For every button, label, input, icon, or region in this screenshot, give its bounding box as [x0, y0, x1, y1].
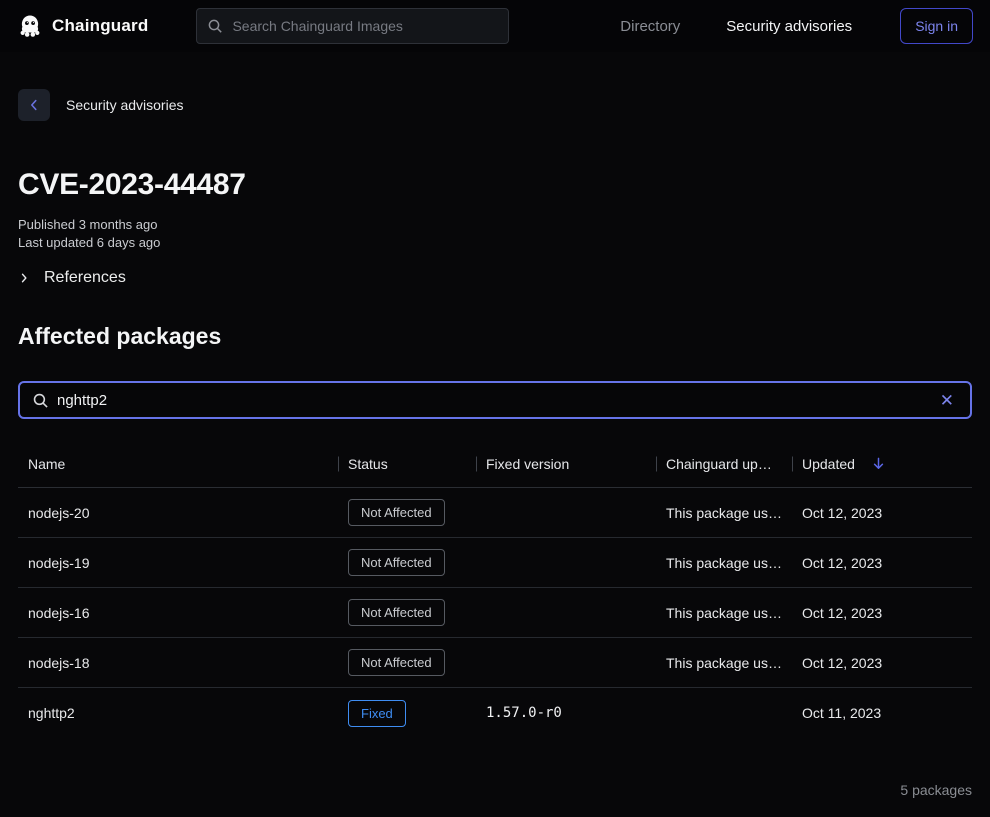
sort-descending-arrow-icon[interactable]	[871, 456, 886, 471]
breadcrumb-label: Security advisories	[66, 97, 184, 113]
table-header: Name Status Fixed version Chainguard up……	[18, 440, 972, 488]
references-label: References	[44, 269, 126, 287]
nav-links: Directory Security advisories Sign in	[620, 8, 973, 44]
table-row[interactable]: nodejs-16 Not Affected This package us… …	[18, 588, 972, 638]
section-title: Affected packages	[18, 323, 972, 350]
page-title: CVE-2023-44487	[18, 168, 972, 202]
package-name: nodejs-16	[18, 605, 338, 621]
packages-table: Name Status Fixed version Chainguard up……	[18, 440, 972, 738]
package-name: nodejs-18	[18, 655, 338, 671]
updated-date: Oct 11, 2023	[792, 705, 972, 721]
table-row[interactable]: nodejs-19 Not Affected This package us… …	[18, 538, 972, 588]
status-badge: Not Affected	[348, 599, 445, 626]
package-name: nodejs-20	[18, 505, 338, 521]
status-badge: Not Affected	[348, 499, 445, 526]
chainguard-update: This package us…	[656, 655, 792, 671]
package-filter: ✕	[18, 381, 972, 419]
updated-date: Oct 12, 2023	[792, 655, 972, 671]
updated-date: Oct 12, 2023	[792, 505, 972, 521]
column-header-name[interactable]: Name	[18, 456, 338, 472]
status-badge: Not Affected	[348, 549, 445, 576]
back-button[interactable]	[18, 89, 50, 121]
chainguard-update: This package us…	[656, 605, 792, 621]
nav-search	[196, 8, 509, 44]
nav-link-security-advisories[interactable]: Security advisories	[726, 18, 852, 35]
clear-filter-button[interactable]: ✕	[936, 390, 958, 411]
advisory-meta: Published 3 months ago Last updated 6 da…	[18, 216, 972, 252]
column-header-chainguard-update[interactable]: Chainguard up…	[656, 456, 792, 472]
package-name: nodejs-19	[18, 555, 338, 571]
sign-in-button[interactable]: Sign in	[900, 8, 973, 44]
table-row[interactable]: nodejs-18 Not Affected This package us… …	[18, 638, 972, 688]
chainguard-octopus-logo-icon	[17, 13, 43, 39]
fixed-version: 1.57.0-r0	[476, 705, 656, 721]
search-icon	[32, 392, 49, 409]
column-header-updated[interactable]: Updated	[792, 456, 972, 472]
close-icon: ✕	[940, 391, 954, 410]
column-header-fixed-version[interactable]: Fixed version	[476, 456, 656, 472]
table-row[interactable]: nghttp2 Fixed 1.57.0-r0 Oct 11, 2023	[18, 688, 972, 738]
nav-search-input[interactable]	[232, 18, 498, 34]
chainguard-update: This package us…	[656, 555, 792, 571]
last-updated-date: Last updated 6 days ago	[18, 234, 972, 252]
published-date: Published 3 months ago	[18, 216, 972, 234]
package-filter-input[interactable]	[57, 392, 928, 409]
brand-name: Chainguard	[52, 16, 148, 36]
updated-date: Oct 12, 2023	[792, 555, 972, 571]
package-count: 5 packages	[18, 782, 972, 798]
brand[interactable]: Chainguard	[17, 13, 148, 39]
search-icon	[207, 18, 223, 34]
main-content: Security advisories CVE-2023-44487 Publi…	[0, 89, 990, 798]
nav-link-directory[interactable]: Directory	[620, 18, 680, 35]
chevron-left-icon	[27, 98, 41, 112]
references-toggle[interactable]: References	[18, 269, 126, 287]
breadcrumb: Security advisories	[18, 89, 972, 121]
chainguard-update: This package us…	[656, 505, 792, 521]
status-badge: Not Affected	[348, 649, 445, 676]
chevron-right-icon	[18, 272, 30, 284]
table-row[interactable]: nodejs-20 Not Affected This package us… …	[18, 488, 972, 538]
package-name: nghttp2	[18, 705, 338, 721]
updated-date: Oct 12, 2023	[792, 605, 972, 621]
top-nav: Chainguard Directory Security advisories…	[0, 0, 990, 52]
column-header-status[interactable]: Status	[338, 456, 476, 472]
status-badge: Fixed	[348, 700, 406, 727]
